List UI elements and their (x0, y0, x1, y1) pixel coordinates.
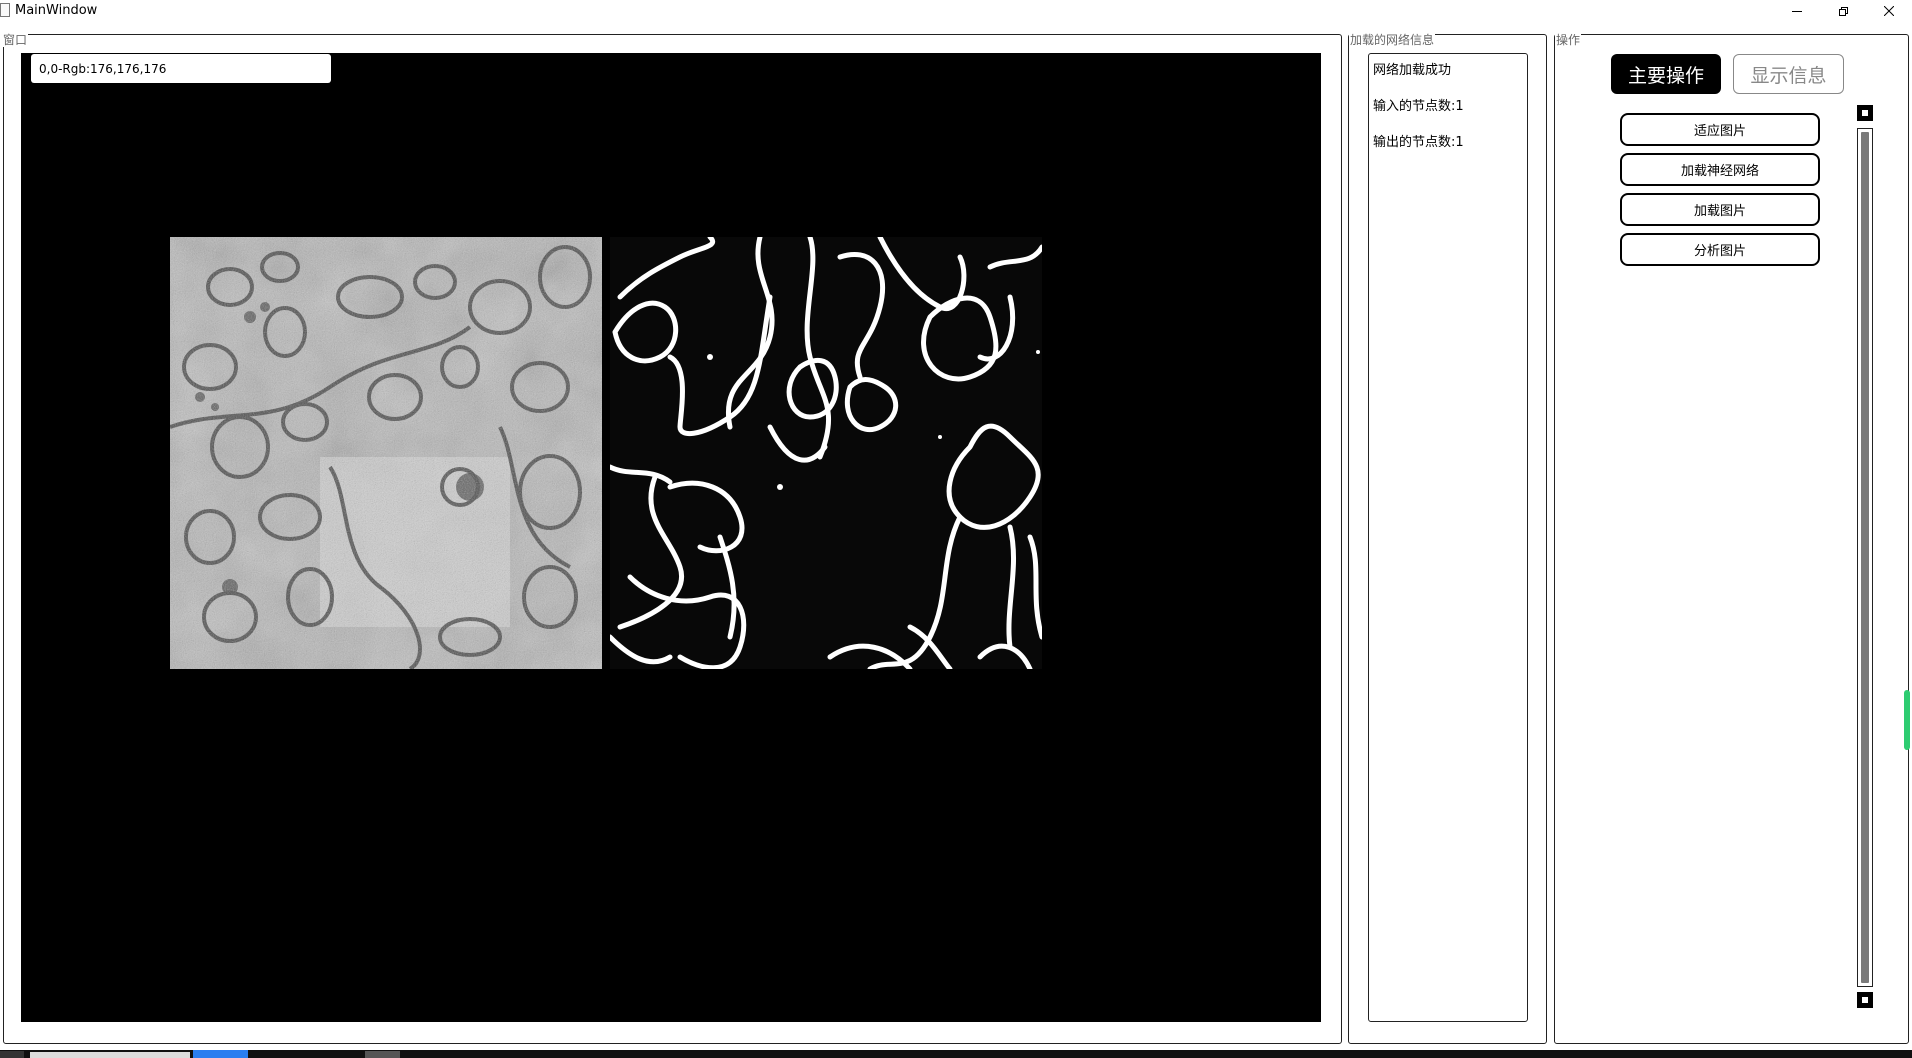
scrollbar-thumb[interactable] (1861, 132, 1869, 983)
minimize-icon (1792, 10, 1802, 12)
scroll-up-button[interactable] (1857, 105, 1873, 121)
list-item: 输入的节点数:1 (1373, 99, 1464, 114)
window-title: MainWindow (15, 3, 98, 18)
close-button[interactable] (1866, 0, 1912, 22)
restore-button[interactable] (1820, 0, 1866, 22)
segmentation-result-image[interactable] (610, 237, 1042, 669)
list-item: 网络加载成功 (1373, 63, 1452, 78)
minimize-button[interactable] (1774, 0, 1820, 22)
load-image-button[interactable]: 加载图片 (1620, 193, 1820, 226)
taskbar-item[interactable] (193, 1050, 248, 1058)
operations-group-title: 操作 (1555, 33, 1582, 47)
scroll-down-button[interactable] (1857, 992, 1873, 1008)
canvas-group-title: 窗口 (2, 33, 29, 47)
taskbar (0, 1050, 1912, 1058)
load-network-button[interactable]: 加载神经网络 (1620, 153, 1820, 186)
restore-icon (1838, 6, 1848, 16)
title-bar[interactable] (0, 0, 1912, 22)
resize-handle[interactable] (1904, 690, 1910, 750)
em-source-image[interactable] (170, 237, 602, 669)
app-icon (0, 3, 10, 17)
network-info-list[interactable] (1368, 53, 1528, 1022)
scroll-down-icon (1862, 997, 1868, 1003)
network-info-group-title: 加载的网络信息 (1349, 33, 1436, 47)
tab-display-info[interactable]: 显示信息 (1733, 54, 1844, 94)
taskbar-start-button[interactable] (0, 1051, 24, 1058)
pixel-readout: 0,0-Rgb:176,176,176 (39, 62, 167, 76)
analyze-image-button[interactable]: 分析图片 (1620, 233, 1820, 266)
close-icon (1884, 6, 1894, 16)
tab-main-operations[interactable]: 主要操作 (1611, 54, 1721, 94)
scroll-up-icon (1862, 110, 1868, 116)
fit-image-button[interactable]: 适应图片 (1620, 113, 1820, 146)
taskbar-item[interactable] (365, 1051, 400, 1058)
taskbar-item[interactable] (30, 1052, 190, 1058)
list-item: 输出的节点数:1 (1373, 135, 1464, 150)
